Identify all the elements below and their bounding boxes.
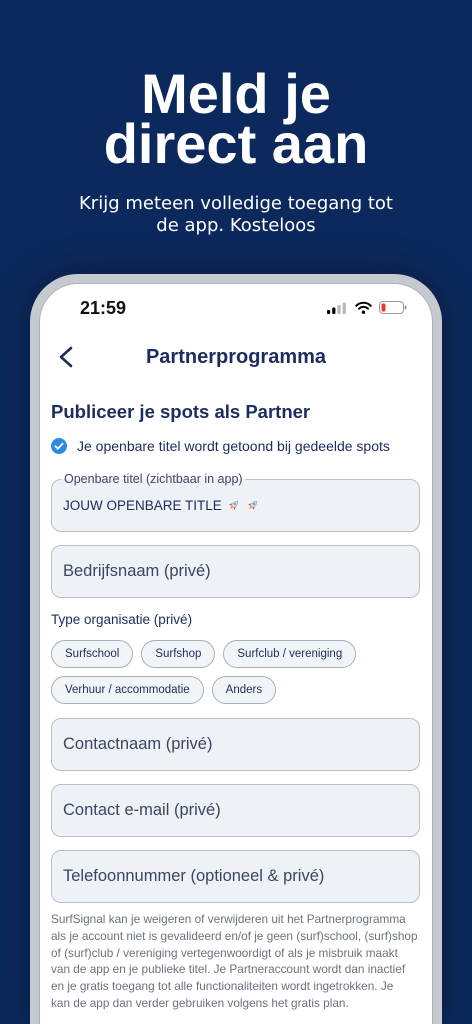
notice-text: Je openbare titel wordt getoond bij gede… (77, 438, 390, 454)
public-title-field[interactable]: Openbare titel (zichtbaar in app) JOUW O… (51, 471, 420, 532)
contact-name-input[interactable] (52, 719, 419, 770)
battery-low-icon (379, 301, 407, 314)
promo-page: Meld je direct aan Krijg meteen volledig… (0, 0, 472, 1024)
public-title-label: Openbare titel (zichtbaar in app) (61, 471, 246, 487)
section-heading: Publiceer je spots als Partner (51, 401, 311, 422)
phone-screen: 21:59 Partnerprogramma Publiceer je spot… (40, 284, 432, 1024)
cellular-signal-icon (327, 302, 346, 314)
company-name-field[interactable] (51, 545, 420, 598)
wifi-icon (355, 301, 372, 314)
disclaimer-line: als je account niet is gevalideerd en/of… (51, 928, 418, 943)
org-type-chip-surfshop[interactable]: Surfshop (141, 640, 216, 668)
organisation-type-chips: Surfschool Surfshop Surfclub / verenigin… (51, 640, 420, 704)
org-type-chip-other[interactable]: Anders (211, 676, 277, 704)
disclaimer-line: en je gratis toegang tot alle functional… (51, 979, 394, 994)
rocket-icon (228, 500, 238, 510)
disclaimer-line: van de app en je publieke titel. Je Part… (51, 962, 406, 977)
public-title-value: JOUW OPENBARE TITLE (63, 498, 222, 513)
phone-frame: 21:59 Partnerprogramma Publiceer je spot… (30, 274, 442, 1024)
disclaimer-line: kan de app dan verder gebruiken volgens … (51, 995, 349, 1010)
org-type-chip-surfschool[interactable]: Surfschool (51, 640, 134, 668)
organisation-type-label: Type organisatie (privé) (51, 612, 193, 627)
contact-email-field[interactable] (51, 784, 420, 837)
disclaimer: SurfSignal kan je weigeren of verwijdere… (51, 911, 423, 1012)
page-title: Partnerprogramma (145, 346, 327, 368)
rocket-icon (247, 500, 257, 510)
phone-input[interactable] (52, 851, 419, 902)
disclaimer-line: of (surf)club / vereniging vertegenwoord… (51, 945, 398, 960)
company-name-input[interactable] (52, 546, 419, 597)
contact-email-input[interactable] (52, 785, 419, 836)
public-title-value-row[interactable]: JOUW OPENBARE TITLE (52, 480, 419, 531)
promo-subtitle: Krijg meteen volledige toegang tot de ap… (79, 193, 393, 236)
status-time: 21:59 (80, 298, 127, 318)
org-type-chip-surfclub[interactable]: Surfclub / vereniging (223, 640, 357, 668)
disclaimer-line: SurfSignal kan je weigeren of verwijdere… (51, 912, 406, 926)
check-circle-icon (51, 438, 67, 454)
org-type-chip-rental[interactable]: Verhuur / accommodatie (51, 676, 204, 704)
contact-name-field[interactable] (51, 718, 420, 771)
promo-title: Meld je direct aan (103, 62, 369, 175)
phone-field[interactable] (51, 850, 420, 903)
